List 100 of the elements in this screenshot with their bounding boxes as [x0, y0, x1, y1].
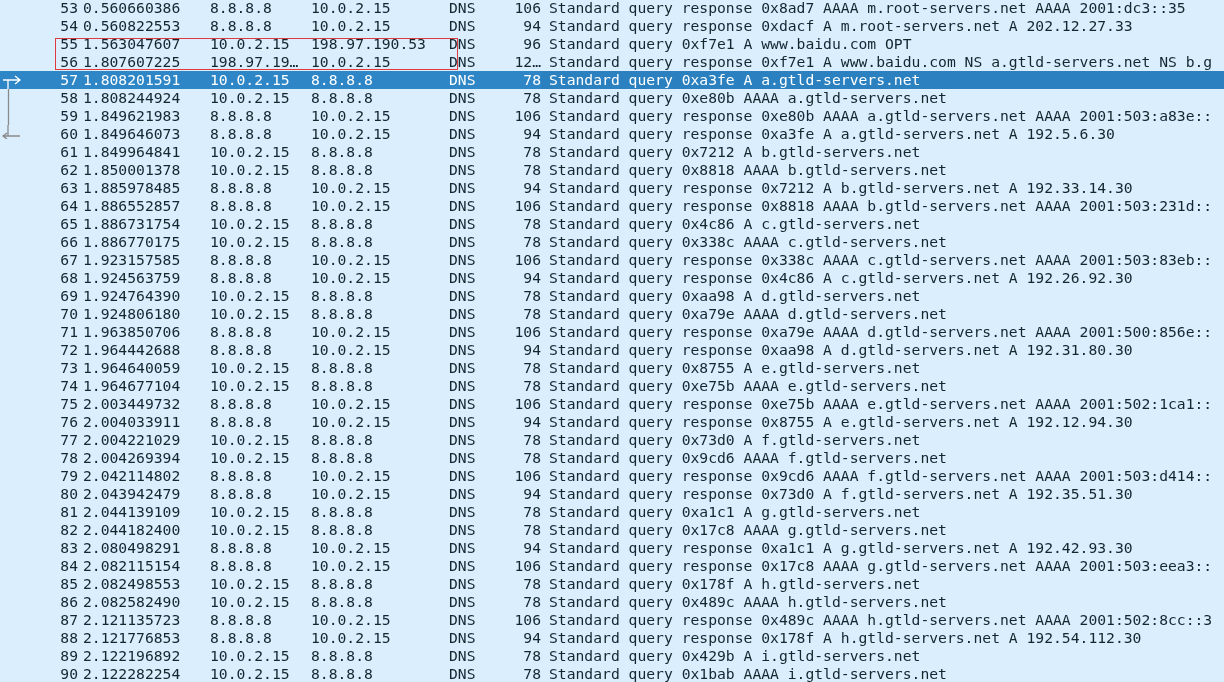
- table-cell-text: 76: [59, 413, 78, 431]
- table-cell-text: DNS: [449, 143, 477, 161]
- table-cell-text: 10.0.2.15: [311, 125, 392, 143]
- table-cell-text: 8.8.8.8: [210, 395, 273, 413]
- table-cell-text: 58: [59, 89, 78, 107]
- table-cell-text: DNS: [449, 305, 477, 323]
- table-cell-text: 8.8.8.8: [210, 269, 273, 287]
- table-cell-text: DNS: [449, 557, 477, 575]
- table-cell-text: Standard query 0x17c8 AAAA g.gtld-servers.net: [548, 521, 948, 539]
- table-cell-text: 106: [513, 611, 541, 629]
- table-cell-text: 1.964677104: [82, 377, 182, 395]
- table-cell-text: Standard query 0xa79e AAAA d.gtld-servers.net: [548, 305, 948, 323]
- table-cell-text: DNS: [449, 215, 477, 233]
- table-cell-text: 8.8.8.8: [210, 107, 273, 125]
- table-cell-text: Standard query response 0x8818 AAAA b.gtld-servers.net AAAA 2001:503:231d::: [548, 197, 1214, 215]
- table-cell-text: 10.0.2.15: [210, 503, 291, 521]
- table-cell-text: Standard query 0xa1c1 A g.gtld-servers.net: [548, 503, 922, 521]
- table-cell-text: 8.8.8.8: [210, 323, 273, 341]
- table-cell-text: 2.082115154: [82, 557, 182, 575]
- table-cell-text: 1.963850706: [82, 323, 182, 341]
- table-cell-text: Standard query 0x4c86 A c.gtld-servers.net: [548, 215, 922, 233]
- table-cell-text: Standard query 0x489c AAAA h.gtld-servers.net: [548, 593, 948, 611]
- table-cell-text: DNS: [449, 503, 477, 521]
- table-cell-text: 94: [522, 539, 541, 557]
- table-cell-text: 10.0.2.15: [210, 521, 291, 539]
- table-cell-text: 78: [522, 359, 541, 377]
- table-cell-text: Standard query response 0xe80b AAAA a.gtld-servers.net AAAA 2001:503:a83e::: [548, 107, 1214, 125]
- table-cell-text: Standard query response 0xaa98 A d.gtld-servers.net A 192.31.80.30: [548, 341, 1134, 359]
- table-cell-text: 1.886731754: [82, 215, 182, 233]
- table-cell-text: DNS: [449, 197, 477, 215]
- table-cell-text: 8.8.8.8: [311, 431, 374, 449]
- table-cell-text: 8.8.8.8: [311, 143, 374, 161]
- table-cell-text: 8.8.8.8: [210, 557, 273, 575]
- table-cell-text: DNS: [449, 485, 477, 503]
- table-cell-text: Standard query response 0x4c86 A c.gtld-servers.net A 192.26.92.30: [548, 269, 1134, 287]
- table-cell-text: 8.8.8.8: [210, 485, 273, 503]
- table-cell-text: 8.8.8.8: [210, 611, 273, 629]
- table-cell-text: 2.043942479: [82, 485, 182, 503]
- table-cell-text: DNS: [449, 233, 477, 251]
- table-cell-text: 73: [59, 359, 78, 377]
- table-cell-text: 64: [59, 197, 78, 215]
- table-cell-text: 8.8.8.8: [311, 449, 374, 467]
- table-cell-text: 10.0.2.15: [311, 269, 392, 287]
- table-cell-text: 1.964640059: [82, 359, 182, 377]
- table-cell-text: 8.8.8.8: [311, 287, 374, 305]
- table-cell-text: 2.121135723: [82, 611, 182, 629]
- table-cell-text: 2.122282254: [82, 665, 182, 682]
- table-cell-text: 8.8.8.8: [311, 161, 374, 179]
- table-cell-text: 85: [59, 575, 78, 593]
- table-cell-text: 106: [513, 557, 541, 575]
- table-cell-text: 8.8.8.8: [311, 71, 374, 89]
- table-cell-text: DNS: [449, 71, 477, 89]
- table-cell-text: Standard query 0x9cd6 AAAA f.gtld-servers.net: [548, 449, 948, 467]
- table-cell-text: 2.122196892: [82, 647, 182, 665]
- table-cell-text: 1.849621983: [82, 107, 182, 125]
- table-cell-text: 8.8.8.8: [311, 359, 374, 377]
- table-cell-text: DNS: [449, 413, 477, 431]
- table-cell-text: 10.0.2.15: [210, 233, 291, 251]
- table-cell-text: Standard query response 0x338c AAAA c.gtld-servers.net AAAA 2001:503:83eb::: [548, 251, 1214, 269]
- table-cell-text: 10.0.2.15: [210, 449, 291, 467]
- table-cell-text: DNS: [449, 359, 477, 377]
- table-cell-text: DNS: [449, 431, 477, 449]
- table-cell-text: 60: [59, 125, 78, 143]
- table-cell-text: 2.080498291: [82, 539, 182, 557]
- table-cell-text: 2.082582490: [82, 593, 182, 611]
- table-cell-text: 2.003449732: [82, 395, 182, 413]
- table-cell-text: Standard query response 0xf7e1 A www.baidu.com NS a.gtld-servers.net NS b.g: [548, 53, 1214, 71]
- table-cell-text: Standard query response 0xa1c1 A g.gtld-servers.net A 192.42.93.30: [548, 539, 1134, 557]
- table-cell-text: 198.97.190.53: [311, 35, 427, 53]
- table-cell-text: 10.0.2.15: [311, 17, 392, 35]
- table-cell-text: DNS: [449, 287, 477, 305]
- table-cell-text: 0.560660386: [82, 0, 182, 17]
- table-cell-text: 1.849964841: [82, 143, 182, 161]
- table-cell-text: Standard query 0x178f A h.gtld-servers.net: [548, 575, 922, 593]
- table-cell-text: 2.044182400: [82, 521, 182, 539]
- table-cell-text: 10.0.2.15: [210, 89, 291, 107]
- table-cell-text: 10.0.2.15: [311, 467, 392, 485]
- table-cell-text: 106: [513, 323, 541, 341]
- table-cell-text: DNS: [449, 377, 477, 395]
- table-cell-text: 8.8.8.8: [311, 665, 374, 682]
- table-cell-text: 69: [59, 287, 78, 305]
- table-cell-text: 84: [59, 557, 78, 575]
- table-cell-text: 72: [59, 341, 78, 359]
- table-cell-text: Standard query 0x8755 A e.gtld-servers.net: [548, 359, 922, 377]
- table-cell-text: 10.0.2.15: [311, 557, 392, 575]
- table-cell-text: 8.8.8.8: [210, 341, 273, 359]
- table-cell-text: 2.121776853: [82, 629, 182, 647]
- table-cell-text: 86: [59, 593, 78, 611]
- table-cell-text: 78: [522, 305, 541, 323]
- table-cell-text: 1.924764390: [82, 287, 182, 305]
- table-cell-text: 10.0.2.15: [210, 71, 291, 89]
- table-cell-text: 57: [59, 71, 78, 89]
- packet-row[interactable]: 57 1.808201591 10.0.2.15 8.8.8.8 DNS 78 Standard query 0xa3fe A a.gtld-servers.net: [0, 71, 1224, 89]
- table-cell-text: DNS: [449, 647, 477, 665]
- table-cell-text: 10.0.2.15: [210, 143, 291, 161]
- table-cell-text: 78: [522, 143, 541, 161]
- table-cell-text: 78: [522, 215, 541, 233]
- table-cell-text: 10.0.2.15: [311, 485, 392, 503]
- table-cell-text: Standard query response 0xe75b AAAA e.gtld-servers.net AAAA 2001:502:1ca1::: [548, 395, 1214, 413]
- table-cell-text: 56: [59, 53, 78, 71]
